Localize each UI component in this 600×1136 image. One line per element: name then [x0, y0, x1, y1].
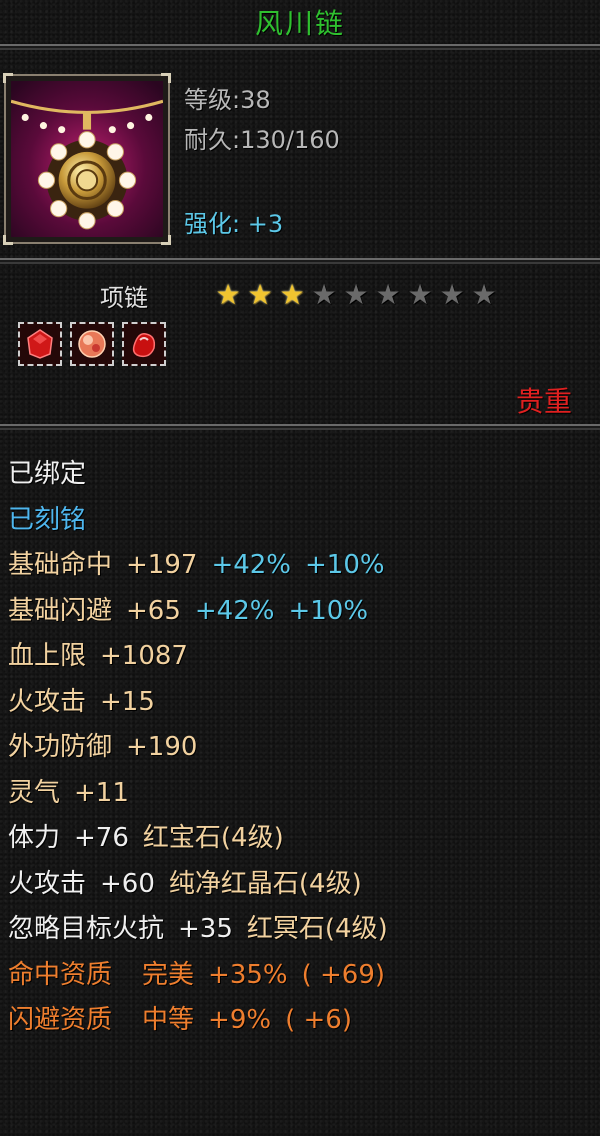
star-empty-icon: ★ — [343, 278, 369, 311]
aptitude-value: +9% — [208, 1005, 272, 1035]
star-filled-icon: ★ — [279, 278, 305, 311]
stat-row-outer-defense: 外功防御 +190 — [8, 725, 592, 771]
stat-value: +1087 — [100, 641, 188, 671]
stat-label: 灵气 — [8, 777, 61, 808]
stat-value: +60 — [100, 868, 155, 899]
star-empty-icon: ★ — [407, 278, 433, 311]
item-durability: 耐久:130/160 — [184, 126, 340, 154]
pink-gem-icon — [78, 330, 106, 358]
stat-value: +76 — [74, 823, 129, 853]
stats-list: 已绑定 已刻铭 基础命中 +197 +42% +10% 基础闪避 +65 +42% +10%… — [8, 452, 592, 1044]
aptitude-extra: ( +69) — [301, 959, 386, 990]
aptitude-extra: ( +6) — [285, 1005, 352, 1035]
necklace-icon — [10, 81, 164, 237]
stat-bonus: +42% — [211, 550, 292, 580]
stat-label: 火攻击 — [8, 868, 87, 899]
stat-bonus: +10% — [288, 595, 369, 626]
stat-label: 体力 — [8, 823, 61, 853]
divider-top — [0, 44, 600, 50]
gem-socket-2[interactable] — [70, 322, 114, 366]
gem-socket-3[interactable] — [122, 322, 166, 366]
stat-bonus: +10% — [305, 550, 385, 580]
stat-label: 基础闪避 — [8, 595, 113, 626]
star-rating: ★ ★ ★ ★ ★ ★ ★ ★ ★ — [212, 280, 500, 310]
gem-socket-1[interactable] — [18, 322, 62, 366]
aptitude-grade: 完美 — [142, 959, 195, 990]
red-crystal-icon — [132, 333, 156, 358]
aptitude-grade: 中等 — [142, 1005, 195, 1035]
item-icon-slot[interactable] — [3, 73, 171, 245]
stat-row-hp: 血上限 +1087 — [8, 634, 592, 680]
divider-middle — [0, 258, 600, 264]
stat-label: 血上限 — [8, 641, 87, 671]
item-name: 风川链 — [254, 7, 345, 40]
divider-bottom — [0, 424, 600, 430]
star-empty-icon: ★ — [311, 278, 337, 311]
frame-corner — [3, 235, 13, 245]
stat-value: +15 — [100, 686, 155, 717]
stat-label: 忽略目标火抗 — [8, 914, 165, 944]
star-filled-icon: ★ — [215, 278, 241, 311]
stat-value: +35 — [178, 914, 233, 944]
stat-row-hit: 基础命中 +197 +42% +10% — [8, 543, 592, 589]
gem-name: 纯净红晶石(4级) — [168, 868, 362, 899]
stat-value: +65 — [126, 595, 181, 626]
stat-value: +197 — [126, 550, 198, 580]
stat-label: 基础命中 — [8, 550, 113, 580]
star-empty-icon: ★ — [375, 278, 401, 311]
item-level: 等级:38 — [184, 86, 271, 114]
aptitude-row-dodge: 闪避资质 中等 +9% ( +6) — [8, 998, 592, 1044]
stat-label: 外功防御 — [8, 732, 113, 762]
star-filled-icon: ★ — [247, 278, 273, 311]
gem-stat-row-3: 忽略目标火抗 +35 红冥石(4级) — [8, 907, 592, 953]
stat-value: +11 — [74, 777, 129, 808]
aptitude-row-hit: 命中资质 完美 +35% ( +69) — [8, 953, 592, 999]
engraved-status: 已刻铭 — [8, 504, 87, 535]
stat-row-spirit: 灵气 +11 — [8, 771, 592, 817]
gem-stat-row-2: 火攻击 +60 纯净红晶石(4级) — [8, 862, 592, 908]
stat-value: +190 — [126, 732, 198, 762]
stat-row-fire-attack: 火攻击 +15 — [8, 680, 592, 726]
gem-name: 红宝石(4级) — [142, 823, 284, 853]
stat-row-dodge: 基础闪避 +65 +42% +10% — [8, 589, 592, 635]
gem-sockets — [18, 322, 166, 366]
aptitude-label: 闪避资质 — [8, 1005, 113, 1035]
red-gem-icon — [27, 329, 53, 359]
item-type: 项链 — [100, 284, 148, 312]
gem-stat-row-1: 体力 +76 红宝石(4级) — [8, 816, 592, 862]
aptitude-value: +35% — [208, 959, 288, 990]
item-quality: 贵重 — [515, 385, 572, 418]
gem-name: 红冥石(4级) — [246, 914, 388, 944]
star-empty-icon: ★ — [471, 278, 497, 311]
frame-corner — [3, 73, 13, 83]
item-enhancement: 强化: +3 — [184, 210, 284, 238]
stat-label: 火攻击 — [8, 686, 87, 717]
aptitude-label: 命中资质 — [8, 959, 113, 990]
frame-corner — [161, 73, 171, 83]
stat-bonus: +42% — [194, 595, 275, 626]
bound-status: 已绑定 — [8, 459, 87, 489]
frame-corner — [161, 235, 171, 245]
star-empty-icon: ★ — [439, 278, 465, 311]
